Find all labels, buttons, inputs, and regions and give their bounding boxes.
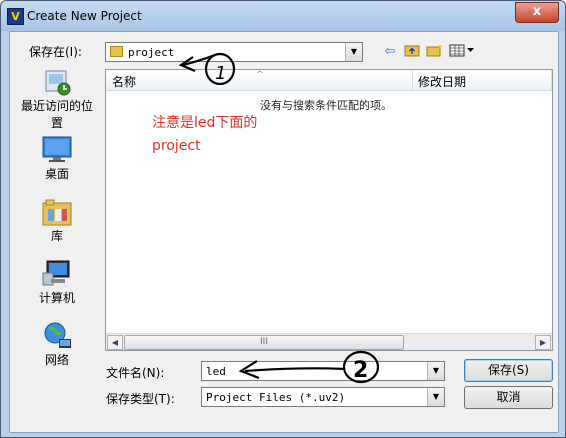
annotation-marker-2: 2 <box>353 358 368 383</box>
annotation-marker-1: 1 <box>215 63 226 84</box>
handwritten-annotations: 1 2 <box>178 52 380 384</box>
create-project-dialog: V Create New Project x 保存在(I): project ▼… <box>0 0 566 438</box>
